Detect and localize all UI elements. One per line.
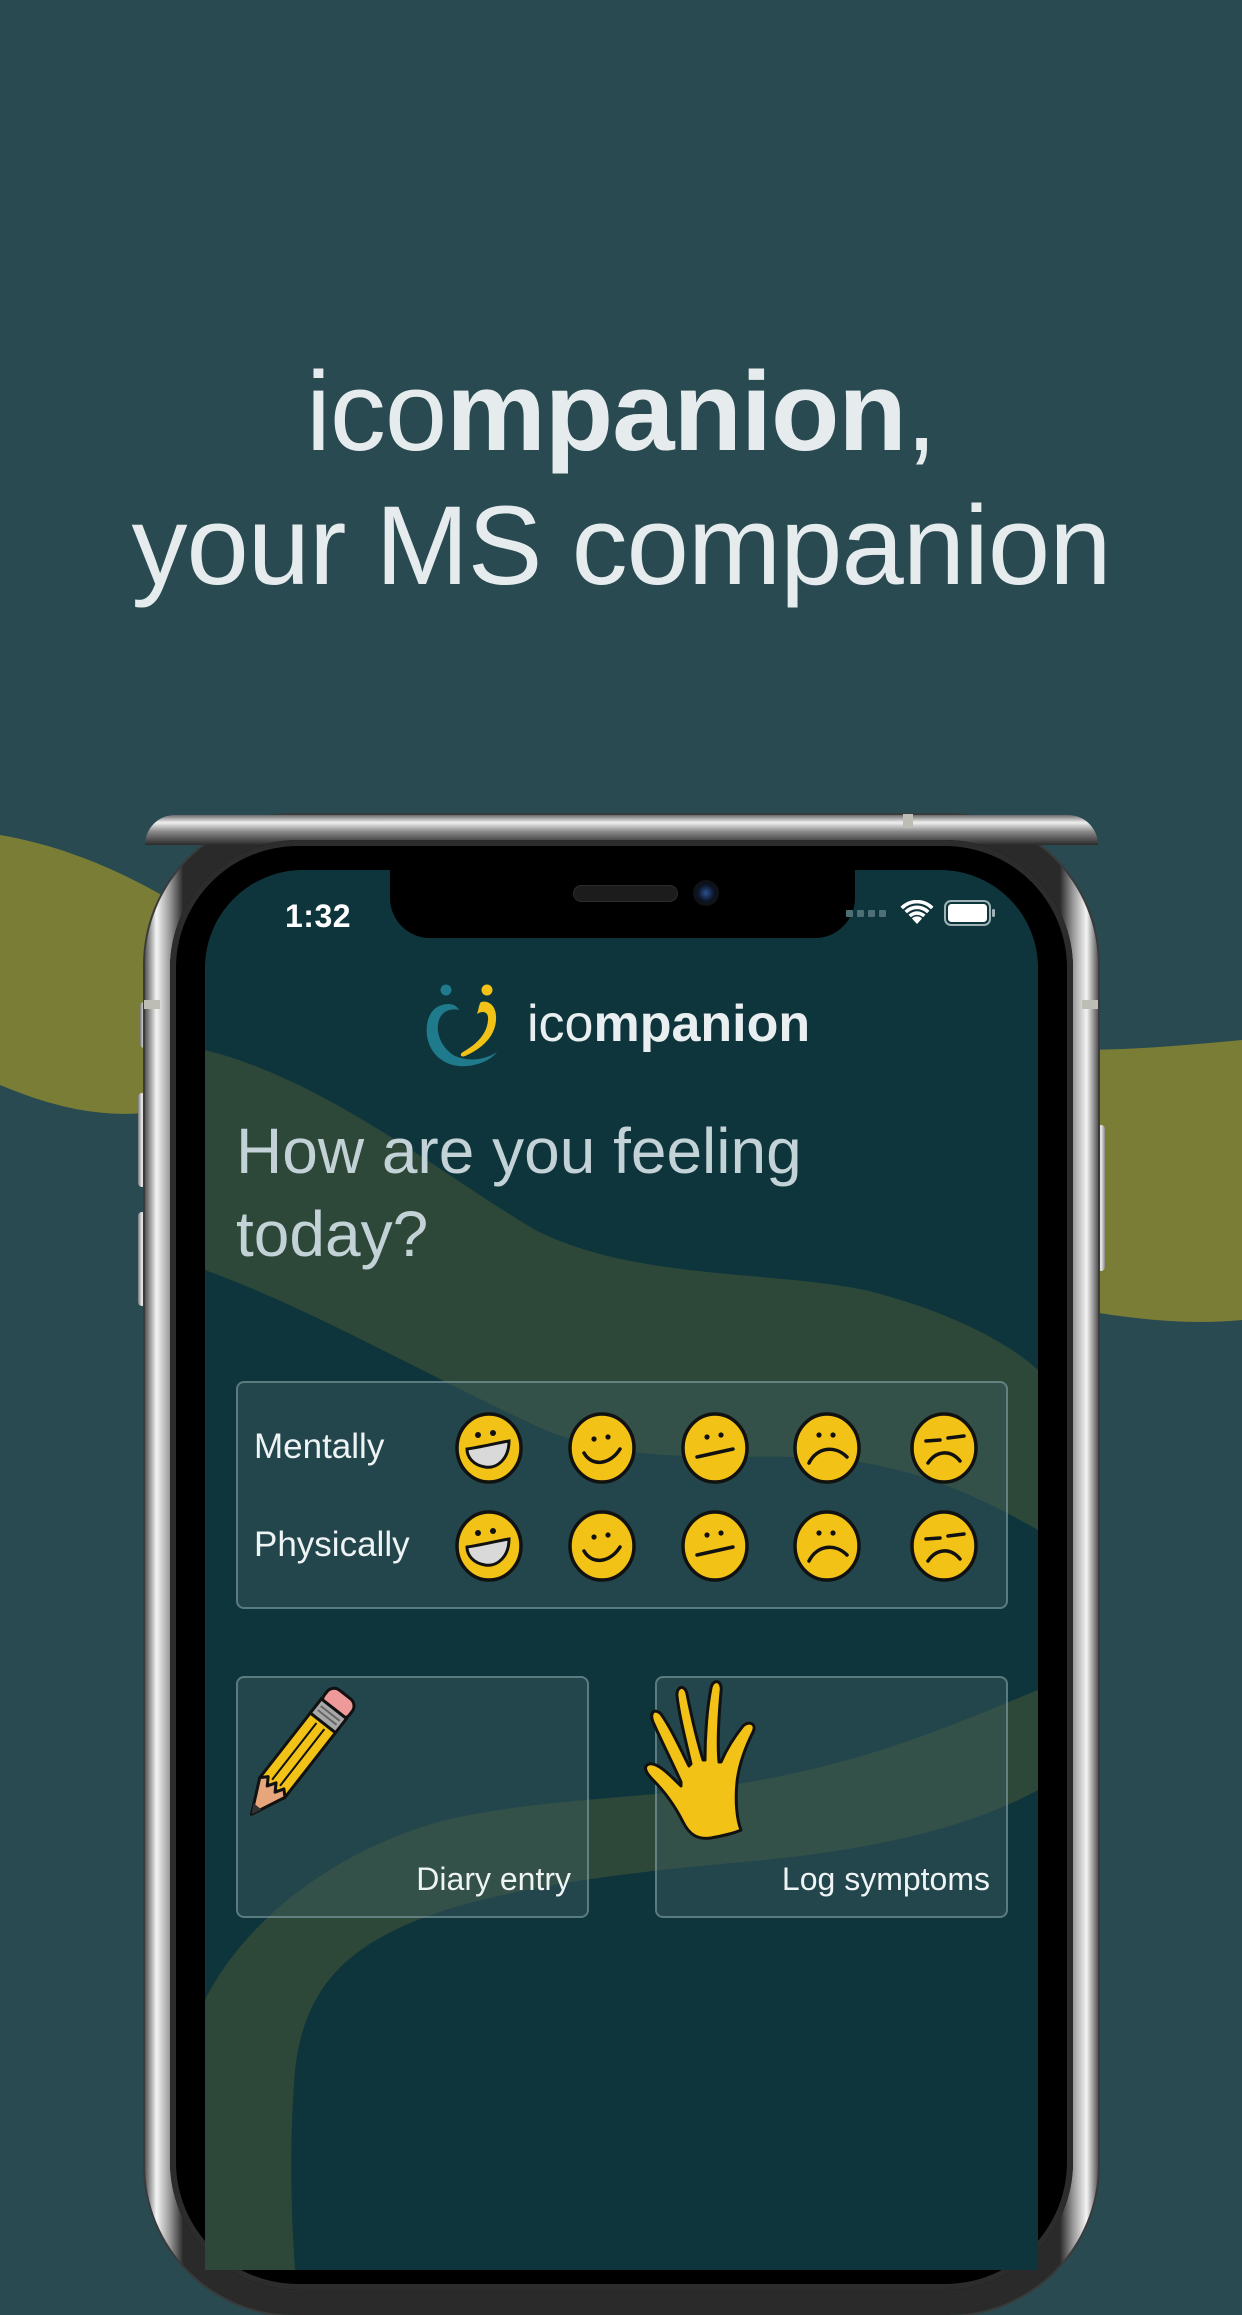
phone-power-button	[1097, 1125, 1105, 1271]
action-label: Log symptoms	[781, 1861, 990, 1897]
front-camera	[693, 880, 719, 906]
mood-row-mentally: Mentally	[238, 1403, 1006, 1493]
marketing-headline: icompanion, your MS companion	[0, 345, 1242, 613]
mood-mentally-sad-face-icon[interactable]	[791, 1411, 863, 1485]
mood-row-physically: Physically	[238, 1501, 1006, 1591]
status-icons	[846, 900, 996, 926]
hand-icon	[644, 1680, 756, 1840]
wifi-icon	[900, 900, 934, 924]
mood-physically-sad-face-icon[interactable]	[791, 1509, 863, 1583]
mood-physically-happy-face-icon[interactable]	[566, 1509, 638, 1583]
mood-physically-neutral-face-icon[interactable]	[679, 1509, 751, 1583]
phone-antenna-band	[903, 814, 913, 828]
mood-mentally-neutral-face-icon[interactable]	[679, 1411, 751, 1485]
pencil-icon	[249, 1686, 356, 1816]
mood-mentally-very-happy-face-icon[interactable]	[453, 1411, 525, 1485]
diary-entry-button[interactable]: Diary entry	[236, 1676, 589, 1918]
mood-row-label: Mentally	[254, 1427, 385, 1466]
app-logo: icompanion	[421, 978, 810, 1070]
mood-tracker-card: Mentally Physically	[236, 1381, 1008, 1609]
phone-notch	[390, 870, 855, 938]
headline-line-2: your MS companion	[131, 483, 1111, 608]
earpiece-speaker	[573, 885, 678, 902]
signal-no-service-icon	[846, 909, 886, 917]
log-symptoms-button[interactable]: Log symptoms	[644, 1676, 1008, 1918]
mood-physically-very-happy-face-icon[interactable]	[453, 1509, 525, 1583]
phone-screen: 1:32 icompanion How are you feeling toda…	[205, 870, 1038, 2270]
phone-antenna-band	[144, 1000, 160, 1009]
mood-physically-very-sad-face-icon[interactable]	[908, 1509, 980, 1583]
mood-question-heading: How are you feeling today?	[236, 1115, 802, 1270]
headline-line-1: icompanion,	[306, 349, 937, 474]
mood-row-label: Physically	[254, 1525, 410, 1564]
heart-figures-logo-icon	[426, 984, 497, 1067]
battery-full-icon	[944, 900, 995, 926]
action-label: Diary entry	[416, 1861, 571, 1897]
status-time: 1:32	[285, 898, 352, 934]
mood-mentally-happy-face-icon[interactable]	[566, 1411, 638, 1485]
app-logo-text: icompanion	[527, 995, 811, 1053]
phone-antenna-band	[1082, 1000, 1098, 1009]
mood-mentally-very-sad-face-icon[interactable]	[908, 1411, 980, 1485]
